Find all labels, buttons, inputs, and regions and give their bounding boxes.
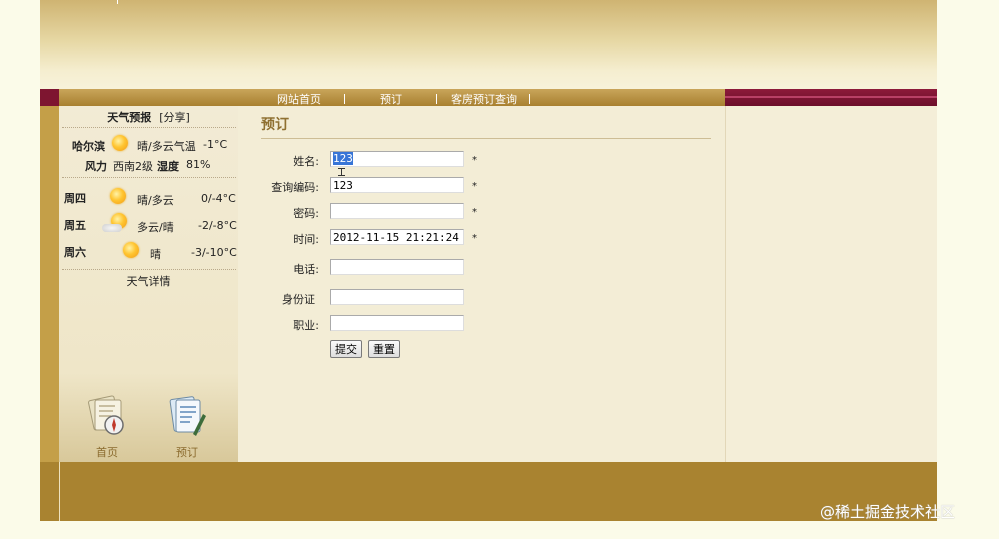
nav-item-home[interactable]: 网站首页 [277,91,321,107]
forecast-day: 周六 [64,246,86,259]
submit-button[interactable]: 提交 [330,340,362,358]
weather-today-condition: 晴/多云气温 [137,140,196,153]
forecast-temp: -3/-10°C [191,246,237,259]
password-field[interactable] [330,203,464,219]
weather-city: 哈尔滨 [72,140,105,153]
weather-humidity-value: 81% [186,158,211,171]
watermark: @稀土掘金技术社区 [820,503,956,521]
time-label: 时间: [293,233,319,246]
nav-left-edge [40,89,59,106]
right-panel [725,106,937,462]
nav-separator [344,94,345,104]
weather-share-link[interactable]: [分享] [159,111,190,124]
footer-divider [59,462,60,521]
document-pen-icon [169,396,206,436]
name-label: 姓名: [293,155,319,168]
id-card-field[interactable] [330,289,464,305]
cloud-shape [102,224,122,232]
page: 网站首页 预订 客房预订查询 天气预报 [分享] 哈尔滨 晴/多云气温 -1°C … [40,0,937,521]
nav-separator [529,94,530,104]
job-label: 职业: [293,319,319,332]
weather-title: 天气预报 [分享] [59,109,238,125]
code-label: 查询编码: [271,181,319,194]
id-card-label: 身份证 [282,293,315,306]
phone-label: 电话: [293,263,319,276]
weather-today-temp: -1°C [203,138,228,151]
divider [62,269,236,270]
forecast-condition: 晴 [150,248,161,261]
sidebar: 天气预报 [分享] 哈尔滨 晴/多云气温 -1°C 风力 西南2级 湿度 81% … [59,106,238,462]
job-field[interactable] [330,315,464,331]
header-mark [117,0,118,4]
title-divider [261,138,711,139]
query-code-field[interactable] [330,177,464,193]
weather-wind-label: 风力 [85,160,107,173]
booking-form-panel: 预订 姓名: 123 * 查询编码: * 密码: * 时间: * 电话: 身份证… [238,106,725,462]
header-banner [40,0,937,89]
sun-icon [110,188,126,204]
top-navigation: 网站首页 预订 客房预订查询 [40,89,937,106]
forecast-day: 周四 [64,192,86,205]
forecast-day: 周五 [64,219,86,232]
required-mark: * [472,207,477,218]
page-title: 预订 [261,117,289,133]
nav-item-booking[interactable]: 预订 [380,91,402,107]
nav-right-block [725,89,937,106]
reset-button[interactable]: 重置 [368,340,400,358]
quick-link-booking-label: 预订 [176,446,198,459]
divider [62,127,236,128]
forecast-temp: -2/-8°C [198,219,237,232]
required-mark: * [472,155,477,166]
name-field-value: 123 [333,152,353,165]
nav-separator [436,94,437,104]
footer [40,462,937,521]
compass-map-icon [88,395,124,435]
weather-wind-value: 西南2级 [113,160,153,173]
required-mark: * [472,181,477,192]
weather-title-text: 天气预报 [107,111,152,124]
quick-link-home-label: 首页 [96,446,118,459]
left-edge-strip [40,106,59,462]
name-field[interactable]: 123 [330,151,464,167]
divider [62,177,236,178]
weather-details-link[interactable]: 天气详情 [59,273,238,289]
phone-field[interactable] [330,259,464,275]
required-mark: * [472,233,477,244]
text-cursor-icon [338,168,345,176]
forecast-condition: 晴/多云 [137,194,174,207]
sun-icon [123,242,139,258]
nav-item-booking-query[interactable]: 客房预订查询 [451,91,517,107]
sun-icon [112,135,128,151]
forecast-temp: 0/-4°C [201,192,236,205]
forecast-condition: 多云/晴 [137,221,174,234]
password-label: 密码: [293,207,319,220]
weather-humidity-label: 湿度 [157,160,179,173]
time-field[interactable] [330,229,464,245]
